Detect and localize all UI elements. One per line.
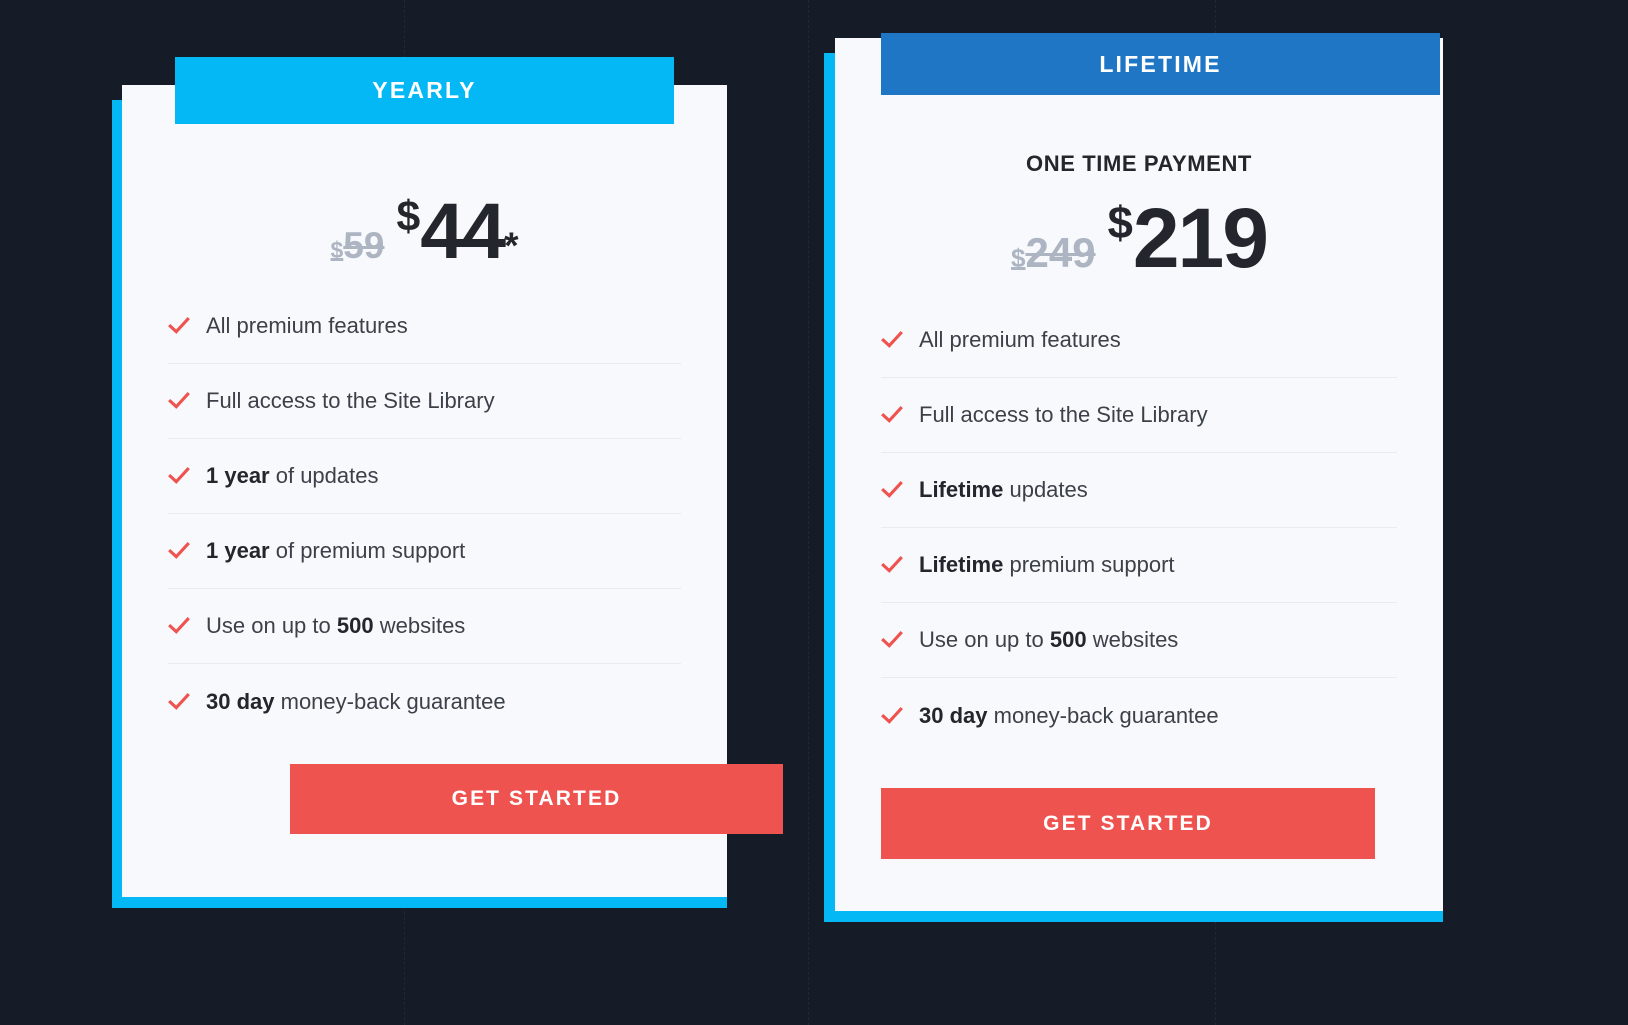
feature-label: Full access to the Site Library — [919, 402, 1208, 428]
pricing-card-yearly: $59 $44 * All premium features Full acce… — [122, 85, 783, 897]
feature-row: Use on up to 500 websites — [168, 589, 681, 664]
feature-label: All premium features — [206, 313, 408, 339]
yearly-feature-list: All premium features Full access to the … — [122, 289, 727, 739]
feature-label: All premium features — [919, 327, 1121, 353]
feature-row: Full access to the Site Library — [168, 364, 681, 439]
lifetime-old-price-amount: 249 — [1025, 229, 1096, 276]
feature-row: 1 year of premium support — [168, 514, 681, 589]
yearly-new-price-currency: $ — [396, 192, 421, 241]
check-icon — [881, 556, 903, 573]
feature-label-bold: 500 — [1049, 627, 1087, 652]
yearly-price-row: $59 $44 * — [122, 185, 727, 277]
check-icon — [881, 331, 903, 348]
check-icon — [881, 706, 903, 724]
feature-label-tail: websites — [1086, 627, 1179, 652]
feature-label-text: premium support — [1003, 552, 1175, 577]
feature-label: 1 year of premium support — [206, 538, 465, 564]
lifetime-card-accent-bottom — [824, 911, 1443, 922]
feature-label-bold: 500 — [336, 613, 374, 638]
feature-label: Use on up to 500 websites — [206, 613, 465, 639]
feature-row: 30 day money-back guarantee — [168, 664, 681, 739]
feature-label-bold: Lifetime — [919, 552, 1004, 577]
check-icon — [168, 617, 190, 634]
lifetime-feature-list: All premium features Full access to the … — [835, 303, 1443, 753]
feature-label-text: money-back guarantee — [987, 702, 1219, 728]
feature-label: Full access to the Site Library — [206, 388, 495, 414]
yearly-card-accent-bottom — [112, 897, 727, 908]
feature-row: Full access to the Site Library — [881, 378, 1397, 453]
check-icon — [168, 467, 190, 484]
check-icon — [881, 481, 903, 498]
feature-label-text: of updates — [269, 463, 379, 488]
pricing-table: $59 $44 * All premium features Full acce… — [0, 0, 1628, 1025]
feature-label: 1 year of updates — [206, 463, 379, 489]
feature-label-text: Full access to the Site Library — [206, 388, 495, 413]
feature-row: Lifetime updates — [881, 453, 1397, 528]
check-icon — [881, 406, 903, 423]
feature-label-text: updates — [1003, 477, 1088, 502]
lifetime-old-price: $249 — [1011, 229, 1096, 277]
check-icon — [168, 692, 190, 710]
feature-row: All premium features — [881, 303, 1397, 378]
get-started-button-yearly[interactable]: GET STARTED — [290, 764, 783, 834]
yearly-new-price: $44 — [396, 185, 506, 277]
feature-row: Use on up to 500 websites — [881, 603, 1397, 678]
yearly-new-price-amount: 44 — [420, 186, 506, 275]
feature-label: 30 day money-back guarantee — [206, 689, 506, 715]
lifetime-subtitle: ONE TIME PAYMENT — [1026, 151, 1252, 176]
feature-row: 30 day money-back guarantee — [881, 678, 1397, 753]
lifetime-new-price-currency: $ — [1107, 197, 1133, 248]
feature-row: Lifetime premium support — [881, 528, 1397, 603]
pricing-card-lifetime: ONE TIME PAYMENT $249 $219 All premium f… — [835, 38, 1443, 911]
feature-label-text: All premium features — [919, 327, 1121, 352]
lifetime-old-price-currency: $ — [1011, 243, 1026, 273]
check-icon — [881, 631, 903, 648]
yearly-old-price-amount: 59 — [343, 225, 385, 266]
feature-label: Lifetime updates — [919, 477, 1088, 503]
feature-label-text: of premium support — [269, 538, 466, 563]
check-icon — [168, 542, 190, 559]
yearly-price-asterisk: * — [504, 225, 519, 266]
lifetime-new-price: $219 — [1107, 190, 1269, 287]
feature-label: 30 day money-back guarantee — [919, 703, 1219, 729]
feature-label-text: All premium features — [206, 313, 408, 338]
feature-label-text: Full access to the Site Library — [919, 402, 1208, 427]
lifetime-price-row: $249 $219 — [835, 190, 1443, 287]
feature-label-text: money-back guarantee — [274, 688, 506, 714]
yearly-old-price-currency: $ — [330, 237, 344, 263]
check-icon — [168, 392, 190, 409]
lifetime-card-accent-left — [824, 53, 835, 922]
get-started-button-lifetime[interactable]: GET STARTED — [881, 788, 1375, 859]
yearly-old-price: $59 — [331, 225, 385, 267]
feature-label-text: Use on up to — [206, 613, 337, 638]
feature-row: All premium features — [168, 289, 681, 364]
feature-label-bold: 1 year — [206, 538, 270, 563]
feature-label-bold: 1 year — [206, 463, 270, 488]
plan-tab-yearly[interactable]: YEARLY — [175, 57, 674, 124]
feature-label-text: Use on up to — [919, 627, 1050, 652]
lifetime-new-price-amount: 219 — [1132, 191, 1269, 285]
feature-label: Lifetime premium support — [919, 552, 1175, 578]
check-icon — [168, 317, 190, 334]
feature-label-bold: Lifetime — [919, 477, 1004, 502]
feature-label-bold: 30 day — [919, 702, 988, 728]
feature-row: 1 year of updates — [168, 439, 681, 514]
plan-tab-lifetime[interactable]: LIFETIME — [881, 33, 1440, 95]
feature-label-tail: websites — [373, 613, 466, 638]
feature-label-bold: 30 day — [206, 688, 275, 714]
feature-label: Use on up to 500 websites — [919, 627, 1178, 653]
